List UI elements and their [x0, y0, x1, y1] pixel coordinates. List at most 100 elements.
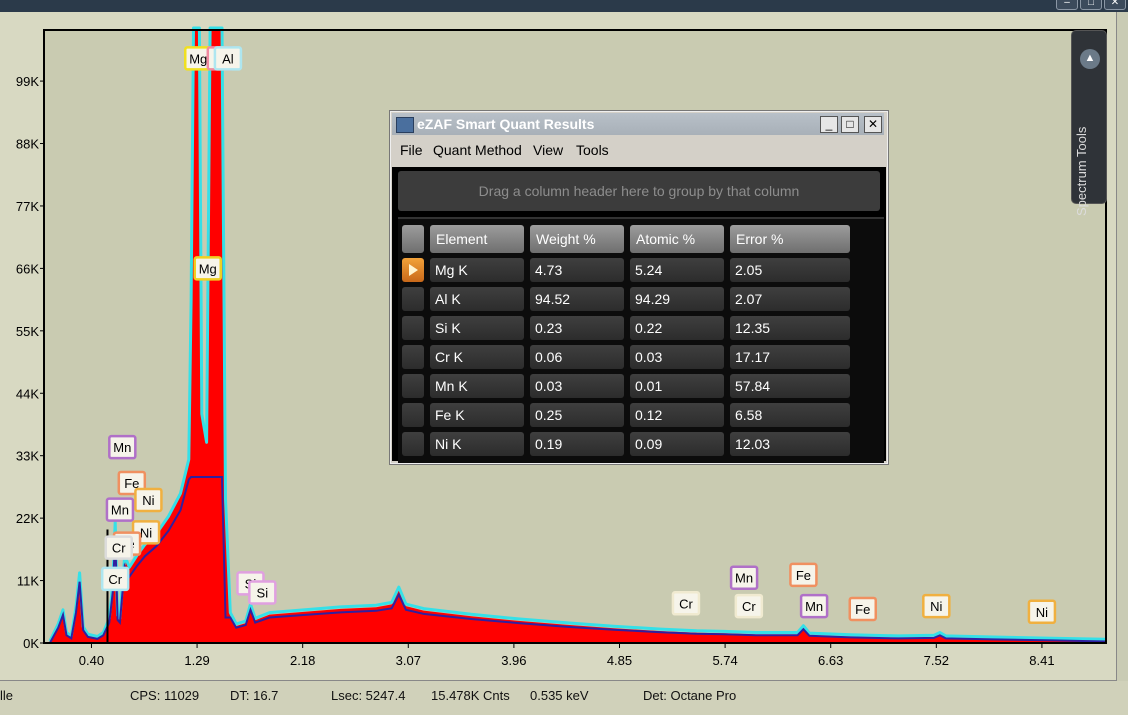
y-tick-label: 55K [16, 324, 39, 339]
results-grid: Element Weight % Atomic % Error % Mg K 4.… [398, 217, 884, 463]
x-tick-label: 0.40 [79, 653, 104, 668]
x-tick-label: 4.85 [607, 653, 632, 668]
status-dt: DT: 16.7 [230, 688, 279, 703]
peak-label-mn[interactable]: Mn [735, 571, 753, 586]
cell-weight[interactable]: 0.25 [530, 403, 624, 427]
status-bar: lle CPS: 11029 DT: 16.7 Lsec: 5247.4 15.… [0, 681, 1128, 715]
cell-element[interactable]: Mg K [430, 258, 524, 282]
y-tick-label: 77K [16, 199, 39, 214]
peak-label-al[interactable]: Al [222, 51, 234, 66]
dialog-title-bar[interactable]: eZAF Smart Quant Results _ □ ✕ [392, 113, 884, 135]
cell-error[interactable]: 57.84 [730, 374, 850, 398]
cell-element[interactable]: Si K [430, 316, 524, 340]
peak-label-cr[interactable]: Cr [108, 572, 122, 587]
peak-label-ni[interactable]: Ni [930, 599, 942, 614]
cell-element[interactable]: Al K [430, 287, 524, 311]
column-header-error[interactable]: Error % [730, 225, 850, 253]
y-tick-label: 99K [16, 74, 39, 89]
row-selector[interactable] [402, 316, 424, 340]
row-selector[interactable] [402, 287, 424, 311]
cell-error[interactable]: 12.03 [730, 432, 850, 456]
dialog-close-button[interactable]: ✕ [864, 116, 882, 133]
cell-error[interactable]: 2.05 [730, 258, 850, 282]
y-tick-label: 66K [16, 261, 39, 276]
peak-label-ni[interactable]: Ni [142, 493, 154, 508]
cell-weight[interactable]: 0.06 [530, 345, 624, 369]
cell-atomic[interactable]: 5.24 [630, 258, 724, 282]
cell-atomic[interactable]: 0.01 [630, 374, 724, 398]
peak-label-ni[interactable]: Ni [1036, 605, 1048, 620]
cell-error[interactable]: 2.07 [730, 287, 850, 311]
cell-weight[interactable]: 4.73 [530, 258, 624, 282]
header-row-selector[interactable] [402, 225, 424, 253]
spectrum-tools-tab[interactable]: ▲ Spectrum Tools [1071, 30, 1107, 216]
dialog-maximize-button[interactable]: □ [841, 116, 859, 133]
cell-atomic[interactable]: 0.09 [630, 432, 724, 456]
menu-quant-method[interactable]: Quant Method [433, 142, 522, 158]
column-header-element[interactable]: Element [430, 225, 524, 253]
quant-results-dialog[interactable]: eZAF Smart Quant Results _ □ ✕ File Quan… [389, 110, 889, 465]
y-tick-label: 11K [17, 574, 39, 589]
x-tick-label: 5.74 [712, 653, 737, 668]
column-header-weight[interactable]: Weight % [530, 225, 624, 253]
cell-error[interactable]: 6.58 [730, 403, 850, 427]
menu-tools[interactable]: Tools [576, 142, 609, 158]
status-counts: 15.478K Cnts [431, 688, 510, 703]
y-tick-label: 33K [16, 449, 39, 464]
x-tick-label: 1.29 [184, 653, 209, 668]
cell-weight[interactable]: 0.23 [530, 316, 624, 340]
peak-label-cr[interactable]: Cr [112, 541, 126, 556]
cell-weight[interactable]: 94.52 [530, 287, 624, 311]
peak-label-cr[interactable]: Cr [679, 596, 693, 611]
cell-error[interactable]: 17.17 [730, 345, 850, 369]
peak-label-mn[interactable]: Mn [111, 503, 129, 518]
peak-label-cr[interactable]: Cr [742, 599, 756, 614]
cell-weight[interactable]: 0.03 [530, 374, 624, 398]
dialog-menu-bar: File Quant Method View Tools [392, 137, 884, 163]
peak-label-mg[interactable]: Mg [189, 51, 207, 66]
y-tick-label: 44K [16, 386, 39, 401]
row-selector[interactable] [402, 403, 424, 427]
spectrum-tools-label: Spectrum Tools [1074, 126, 1089, 216]
y-tick-label: 22K [16, 511, 39, 526]
peak-label-ni[interactable]: Ni [140, 525, 152, 540]
menu-view[interactable]: View [533, 142, 563, 158]
cell-element[interactable]: Mn K [430, 374, 524, 398]
x-tick-label: 6.63 [818, 653, 843, 668]
row-selector[interactable] [402, 432, 424, 456]
menu-file[interactable]: File [400, 142, 423, 158]
status-detector: Det: Octane Pro [643, 688, 737, 703]
column-header-atomic[interactable]: Atomic % [630, 225, 724, 253]
status-left-text: lle [0, 688, 14, 703]
results-panel: Drag a column header here to group by th… [392, 167, 886, 463]
cell-element[interactable]: Ni K [430, 432, 524, 456]
cell-atomic[interactable]: 0.22 [630, 316, 724, 340]
cell-atomic[interactable]: 0.12 [630, 403, 724, 427]
status-lsec: Lsec: 5247.4 [331, 688, 406, 703]
x-tick-label: 8.41 [1029, 653, 1054, 668]
peak-label-mn[interactable]: Mn [113, 440, 131, 455]
peak-label-fe[interactable]: Fe [796, 568, 811, 583]
cell-atomic[interactable]: 94.29 [630, 287, 724, 311]
peak-label-mn[interactable]: Mn [805, 599, 823, 614]
cell-element[interactable]: Cr K [430, 345, 524, 369]
dialog-minimize-button[interactable]: _ [820, 116, 838, 133]
status-cps: CPS: 11029 [130, 688, 200, 703]
row-selector[interactable] [402, 345, 424, 369]
cell-error[interactable]: 12.35 [730, 316, 850, 340]
cell-atomic[interactable]: 0.03 [630, 345, 724, 369]
cell-weight[interactable]: 0.19 [530, 432, 624, 456]
peak-label-mg[interactable]: Mg [199, 261, 217, 276]
status-kev: 0.535 keV [530, 688, 589, 703]
app-icon [396, 117, 414, 133]
group-by-area[interactable]: Drag a column header here to group by th… [398, 171, 880, 211]
row-selector[interactable] [402, 374, 424, 398]
cell-element[interactable]: Fe K [430, 403, 524, 427]
x-tick-label: 2.18 [290, 653, 315, 668]
expand-up-icon[interactable]: ▲ [1080, 49, 1100, 69]
peak-label-si[interactable]: Si [257, 585, 269, 600]
peak-label-fe[interactable]: Fe [855, 602, 870, 617]
row-selected-indicator-icon[interactable] [402, 258, 424, 282]
x-tick-label: 3.96 [501, 653, 526, 668]
dialog-title: eZAF Smart Quant Results [417, 116, 595, 132]
